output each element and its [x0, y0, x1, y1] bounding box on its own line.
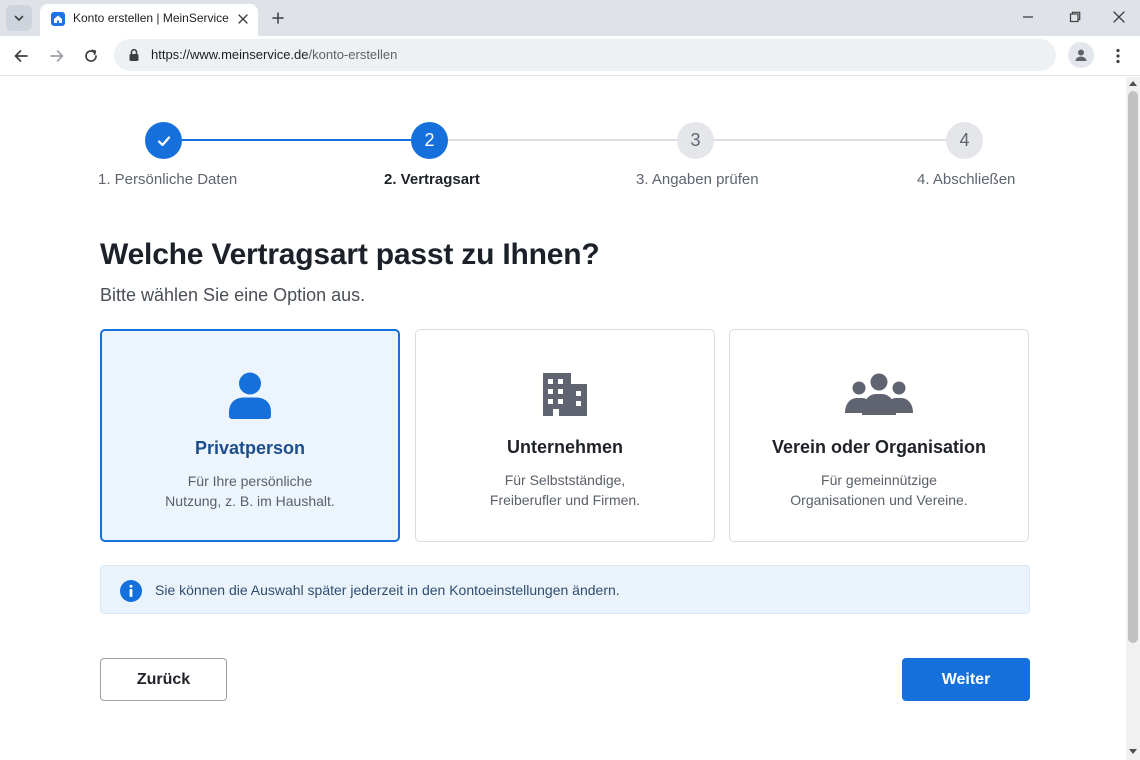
page-subtitle: Bitte wählen Sie eine Option aus.: [100, 285, 366, 305]
tab-title: Konto erstellen | MeinService: [73, 11, 229, 25]
step-2-indicator: 2: [411, 122, 448, 159]
browser-menu-button[interactable]: [1108, 43, 1128, 69]
option-description-line: Für Ihre persönliche: [187, 473, 313, 489]
step-connector-completed: [182, 139, 412, 141]
plus-icon: [272, 12, 284, 24]
close-icon: [238, 14, 248, 24]
chevron-down-icon: [14, 15, 24, 21]
url-path: /konto-erstellen: [308, 47, 398, 62]
address-bar[interactable]: https://www.meinservice.de/konto-erstell…: [114, 39, 1056, 71]
new-tab-button[interactable]: [266, 6, 290, 30]
step-4-indicator: 4: [946, 122, 983, 159]
window-restore-button[interactable]: [1061, 4, 1089, 30]
window-minimize-button[interactable]: [1014, 4, 1042, 30]
url-host: https://www.meinservice.de: [151, 47, 309, 62]
option-description-line: Organisationen und Vereine.: [790, 492, 968, 508]
next-button[interactable]: Weiter: [902, 658, 1030, 701]
reload-icon: [85, 49, 97, 62]
step-3-indicator: 3: [677, 122, 714, 159]
more-vertical-icon: [1116, 48, 1120, 64]
info-icon: [120, 580, 142, 602]
restore-icon: [1069, 11, 1081, 23]
person-icon: [102, 371, 398, 419]
tab-close-button[interactable]: [234, 10, 252, 28]
info-banner: Sie können die Auswahl später jederzeit …: [100, 565, 1030, 614]
minimize-icon: [1023, 16, 1033, 18]
scroll-up-arrow-icon[interactable]: [1129, 80, 1137, 86]
option-description-line: Freiberufler und Firmen.: [489, 492, 641, 508]
option-title: Verein oder Organisation: [771, 437, 987, 457]
step-connector: [448, 139, 678, 141]
scroll-down-arrow-icon[interactable]: [1129, 749, 1137, 755]
page-title: Welche Vertragsart passt zu Ihnen?: [100, 238, 600, 271]
scrollbar-thumb[interactable]: [1128, 91, 1138, 643]
window-close-button[interactable]: [1105, 4, 1133, 30]
lock-icon: [129, 48, 139, 61]
info-text: Sie können die Auswahl später jederzeit …: [155, 582, 620, 598]
step-3-label: 3. Angaben prüfen: [636, 171, 759, 188]
arrow-right-icon: [50, 50, 64, 62]
group-icon: [730, 370, 1028, 418]
forward-nav-button[interactable]: [44, 43, 70, 69]
back-button[interactable]: Zurück: [100, 658, 227, 701]
browser-toolbar: https://www.meinservice.de/konto-erstell…: [0, 36, 1140, 76]
option-title: Privatperson: [194, 438, 306, 458]
option-description: Für gemeinnützige Organisationen und Ver…: [730, 470, 1028, 510]
close-icon: [1113, 11, 1125, 23]
browser-tab-bar: Konto erstellen | MeinService: [0, 0, 1140, 36]
browser-tab-active[interactable]: Konto erstellen | MeinService: [40, 4, 258, 36]
step-1-indicator: [145, 122, 182, 159]
checkmark-icon: [157, 135, 170, 146]
reload-button[interactable]: [78, 43, 104, 69]
option-description: Für Ihre persönliche Nutzung, z. B. im H…: [102, 471, 398, 511]
page-scrollbar[interactable]: [1126, 77, 1140, 760]
step-2-label: 2. Vertragsart: [384, 171, 480, 188]
building-icon: [416, 370, 714, 418]
profile-button[interactable]: [1068, 42, 1094, 68]
step-1-label: 1. Persönliche Daten: [98, 171, 238, 188]
option-description: Für Selbstständige, Freiberufler und Fir…: [416, 470, 714, 510]
avatar-icon: [1075, 49, 1087, 61]
option-description-line: Für gemeinnützige: [821, 472, 937, 488]
home-favicon-icon: [51, 12, 65, 26]
tab-search-button[interactable]: [6, 5, 32, 31]
option-card-verein[interactable]: Verein oder Organisation Für gemeinnützi…: [729, 329, 1029, 542]
step-4-label: 4. Abschließen: [917, 171, 1016, 188]
address-url: https://www.meinservice.de/konto-erstell…: [151, 47, 397, 62]
back-nav-button[interactable]: [8, 43, 34, 69]
option-description-line: Nutzung, z. B. im Haushalt.: [165, 493, 335, 509]
option-card-privatperson[interactable]: Privatperson Für Ihre persönliche Nutzun…: [100, 329, 400, 542]
option-card-unternehmen[interactable]: Unternehmen Für Selbstständige, Freiberu…: [415, 329, 715, 542]
arrow-left-icon: [14, 50, 28, 62]
option-description-line: Für Selbstständige,: [504, 472, 626, 488]
step-connector: [714, 139, 947, 141]
option-title: Unternehmen: [506, 437, 623, 457]
